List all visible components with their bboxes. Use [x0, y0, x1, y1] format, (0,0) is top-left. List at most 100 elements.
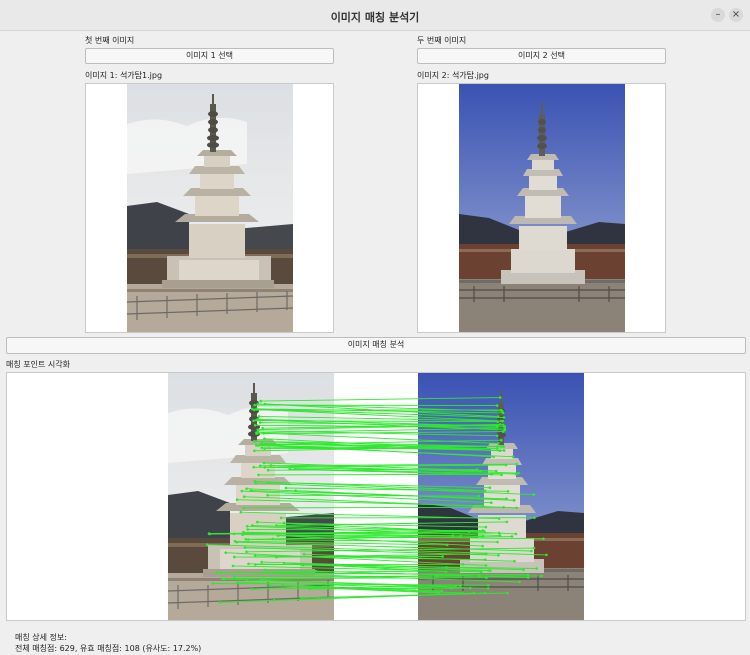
image-1-preview	[85, 83, 334, 333]
match-point	[236, 581, 239, 584]
match-point	[498, 423, 502, 426]
match-point	[219, 571, 222, 574]
image-1	[127, 84, 293, 332]
match-point	[495, 404, 499, 407]
match-point	[530, 549, 533, 553]
match-point	[259, 399, 262, 403]
match-point	[487, 583, 490, 587]
match-point	[245, 578, 248, 582]
match-point	[211, 582, 214, 585]
match-point	[233, 555, 236, 559]
match-point	[489, 569, 492, 572]
window-title: 이미지 매칭 분석기	[330, 11, 420, 24]
match-point	[496, 420, 500, 423]
match-point	[496, 540, 499, 544]
match-point	[444, 570, 448, 574]
match-point	[535, 567, 538, 570]
right-heading: 두 번째 이미지	[417, 36, 467, 45]
match-point	[260, 560, 263, 564]
match-point	[252, 419, 255, 422]
match-point	[245, 550, 248, 554]
image-1-filename: 이미지 1: 석가탑1.jpg	[85, 71, 163, 80]
match-point	[506, 591, 509, 595]
match-point	[277, 534, 280, 537]
match-point	[503, 425, 507, 428]
match-point	[497, 517, 501, 520]
match-point	[231, 564, 235, 568]
select-image-2-button[interactable]: 이미지 2 선택	[417, 48, 666, 64]
match-point	[503, 428, 507, 432]
match-point	[256, 520, 259, 524]
match-point	[266, 493, 269, 497]
match-point	[510, 535, 514, 538]
match-visualization	[6, 372, 746, 621]
match-point	[497, 554, 500, 557]
match-point	[238, 571, 241, 574]
match-point	[502, 449, 506, 452]
match-point	[235, 498, 239, 501]
match-point	[261, 426, 264, 430]
match-point	[259, 464, 262, 468]
match-point	[257, 473, 260, 477]
match-point	[481, 544, 484, 548]
match-line	[243, 506, 504, 509]
match-point	[486, 587, 490, 590]
match-point	[513, 559, 516, 563]
match-point	[488, 486, 492, 489]
left-heading: 첫 번째 이미지	[85, 36, 135, 45]
match-point	[492, 455, 495, 459]
close-icon[interactable]: ×	[729, 8, 743, 22]
match-point	[461, 563, 465, 566]
match-point	[495, 434, 499, 437]
match-point	[499, 408, 503, 412]
match-point	[475, 468, 479, 471]
analyze-button[interactable]: 이미지 매칭 분석	[6, 337, 746, 354]
match-point	[263, 465, 267, 469]
match-point	[515, 462, 518, 466]
match-point	[514, 532, 518, 536]
match-point	[468, 586, 472, 590]
match-point	[484, 525, 488, 529]
match-point	[242, 506, 246, 510]
match-point	[494, 469, 498, 473]
match-point	[458, 584, 462, 587]
match-point	[269, 464, 273, 467]
match-point	[282, 521, 286, 525]
match-point	[222, 577, 226, 581]
match-point	[233, 540, 237, 543]
title-bar: 이미지 매칭 분석기 – ×	[0, 0, 750, 31]
minimize-icon[interactable]: –	[711, 8, 725, 22]
match-point	[540, 574, 543, 578]
match-point	[517, 471, 520, 475]
match-point	[490, 473, 493, 476]
match-point	[275, 555, 278, 559]
match-point	[522, 568, 525, 571]
match-point	[263, 437, 266, 440]
match-point	[498, 534, 502, 537]
match-point	[504, 463, 508, 467]
match-point	[302, 553, 306, 556]
match-point	[253, 424, 257, 427]
match-point	[258, 421, 262, 424]
match-point	[268, 584, 272, 587]
match-point	[245, 487, 248, 490]
match-point	[247, 562, 250, 566]
match-point	[257, 415, 261, 418]
match-point	[498, 396, 502, 399]
match-point	[468, 530, 471, 534]
match-point	[242, 495, 246, 498]
match-point	[501, 411, 505, 415]
match-point	[255, 431, 258, 434]
match-point	[483, 530, 486, 533]
select-image-1-button[interactable]: 이미지 1 선택	[85, 48, 334, 64]
match-point	[440, 589, 444, 593]
match-point	[518, 580, 521, 584]
match-point	[245, 525, 249, 528]
match-point	[263, 568, 267, 572]
match-point	[255, 418, 258, 422]
match-point	[484, 591, 487, 595]
match-point	[249, 489, 253, 492]
match-point	[526, 576, 530, 579]
match-point	[281, 584, 284, 587]
match-point	[233, 575, 236, 578]
